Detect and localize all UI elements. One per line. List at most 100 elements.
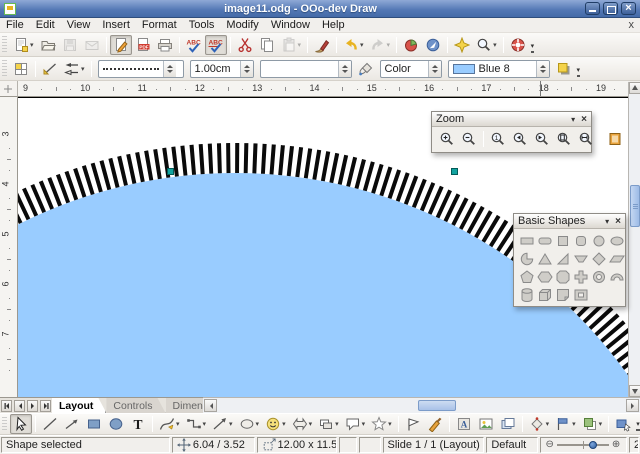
dropdown-arrow-icon[interactable]: ▾	[360, 41, 364, 49]
text-tool-button[interactable]: T	[127, 414, 149, 434]
circle-pie-shape-button[interactable]	[518, 250, 536, 268]
toolbar-grip[interactable]	[2, 417, 7, 431]
palette-close-icon[interactable]: ×	[615, 216, 621, 227]
trapezoid-shape-button[interactable]	[572, 250, 590, 268]
alignment-button[interactable]: ▾	[552, 414, 579, 434]
basic-shapes-palette[interactable]: Basic Shapes ▾ ×	[513, 213, 626, 307]
dropdown-arrow-icon[interactable]: ▾	[362, 420, 366, 428]
circle-shape-button[interactable]	[590, 232, 608, 250]
select-button[interactable]	[10, 414, 32, 434]
flowchart-button[interactable]: ▾	[315, 414, 342, 434]
arrow-style-button[interactable]: ▾	[61, 59, 88, 79]
menu-modify[interactable]: Modify	[220, 19, 264, 31]
line-style-combo[interactable]	[98, 60, 184, 78]
cut-button[interactable]	[234, 35, 256, 55]
new-document-button[interactable]: ▾	[10, 35, 37, 55]
callouts-button[interactable]: ▾	[342, 414, 369, 434]
square-shape-button[interactable]	[554, 232, 572, 250]
zoom-button[interactable]: ▾	[473, 35, 500, 55]
palette-dropdown-icon[interactable]: ▾	[571, 115, 575, 124]
gallery-frames-button[interactable]	[497, 414, 519, 434]
right-triangle-shape-button[interactable]	[554, 250, 572, 268]
open-button[interactable]	[37, 35, 59, 55]
menu-view[interactable]: View	[61, 19, 97, 31]
spinner[interactable]	[338, 61, 351, 77]
dropdown-arrow-icon[interactable]: ▾	[298, 41, 302, 49]
spinner[interactable]	[536, 61, 549, 77]
title-bar[interactable]: image11.odg - OOo-dev Draw	[0, 0, 640, 18]
dropdown-arrow-icon[interactable]: ▾	[493, 41, 497, 49]
print-button[interactable]	[154, 35, 176, 55]
curve-button[interactable]: ▾	[156, 414, 183, 434]
hexagon-shape-button[interactable]	[536, 268, 554, 286]
scroll-down-icon[interactable]	[629, 385, 640, 397]
shapes-palette-titlebar[interactable]: Basic Shapes ▾ ×	[514, 214, 625, 229]
dropdown-arrow-icon[interactable]: ▾	[30, 41, 34, 49]
object-zoom-button[interactable]	[604, 129, 626, 149]
octagon-shape-button[interactable]	[554, 268, 572, 286]
zoom-in-slider-icon[interactable]: ⊕	[612, 440, 620, 450]
interaction-button[interactable]	[612, 414, 634, 434]
ellipse-tool-button[interactable]	[105, 414, 127, 434]
arrange-button[interactable]: ▾	[579, 414, 606, 434]
palette-dropdown-icon[interactable]: ▾	[605, 217, 609, 226]
folded-corner-shape-button[interactable]	[554, 286, 572, 304]
dropdown-arrow-icon[interactable]: ▾	[256, 420, 260, 428]
close-document-button[interactable]: x	[629, 19, 635, 31]
dropdown-arrow-icon[interactable]: ▾	[388, 420, 392, 428]
rectangle-shape-button[interactable]	[518, 232, 536, 250]
zoom-palette[interactable]: Zoom ▾ × 1	[431, 111, 592, 153]
menu-help[interactable]: Help	[316, 19, 351, 31]
toolbar-grip[interactable]	[2, 36, 7, 52]
isosceles-triangle-shape-button[interactable]	[536, 250, 554, 268]
horizontal-scroll-thumb[interactable]	[418, 400, 456, 411]
zoom-slider-thumb[interactable]	[589, 441, 597, 449]
redo-button[interactable]: ▾	[367, 35, 394, 55]
area-dialog-button[interactable]	[355, 59, 377, 79]
dropdown-arrow-icon[interactable]: ▾	[335, 420, 339, 428]
zoom-palette-titlebar[interactable]: Zoom ▾ ×	[432, 112, 591, 127]
toolbar-overflow-icon[interactable]: ▾	[636, 421, 640, 431]
tab-controls[interactable]: Controls	[106, 398, 165, 413]
diamond-shape-button[interactable]	[590, 250, 608, 268]
toolbar-overflow-icon[interactable]: ▾	[531, 43, 535, 53]
basic-shapes-tool-button[interactable]: ▾	[236, 414, 263, 434]
spinner[interactable]	[163, 61, 176, 77]
dropdown-arrow-icon[interactable]: ▾	[309, 420, 313, 428]
horizontal-scrollbar[interactable]	[203, 397, 640, 413]
menu-window[interactable]: Window	[265, 19, 316, 31]
arrow-button[interactable]	[61, 414, 83, 434]
tab-layout[interactable]: Layout	[52, 398, 106, 413]
block-arc-shape-button[interactable]	[608, 268, 626, 286]
cylinder-shape-button[interactable]	[518, 286, 536, 304]
spinner[interactable]	[240, 61, 253, 77]
stars-button[interactable]: ▾	[368, 414, 395, 434]
regular-pentagon-shape-button[interactable]	[518, 268, 536, 286]
menu-edit[interactable]: Edit	[30, 19, 61, 31]
dropdown-arrow-icon[interactable]: ▾	[387, 41, 391, 49]
menu-insert[interactable]: Insert	[96, 19, 136, 31]
toolbar-grip[interactable]	[2, 60, 7, 76]
dropdown-arrow-icon[interactable]: ▾	[282, 420, 286, 428]
zoom-in-button[interactable]	[436, 129, 458, 149]
zoom-percentage[interactable]: 216%	[629, 437, 639, 453]
spelling-button[interactable]: ABC	[183, 35, 205, 55]
ring-shape-button[interactable]	[590, 268, 608, 286]
undo-button[interactable]: ▾	[340, 35, 367, 55]
zoom-previous-button[interactable]	[509, 129, 531, 149]
dropdown-arrow-icon[interactable]: ▾	[599, 420, 603, 428]
toolbar-overflow-icon[interactable]: ▾	[577, 67, 581, 77]
auto-spellcheck-button[interactable]: ABC	[205, 35, 227, 55]
dropdown-arrow-icon[interactable]: ▾	[176, 420, 180, 428]
spinner[interactable]	[428, 61, 441, 77]
scroll-left-icon[interactable]	[204, 399, 217, 412]
menu-file[interactable]: File	[0, 19, 30, 31]
navigator-button[interactable]	[422, 35, 444, 55]
connector-button[interactable]: ▾	[183, 414, 210, 434]
page-style-cell[interactable]: Default	[486, 437, 538, 453]
vertical-scrollbar[interactable]	[628, 82, 640, 397]
dropdown-arrow-icon[interactable]: ▾	[229, 420, 233, 428]
paste-button[interactable]: ▾	[278, 35, 305, 55]
cross-shape-button[interactable]	[572, 268, 590, 286]
next-page-button[interactable]	[27, 400, 38, 412]
